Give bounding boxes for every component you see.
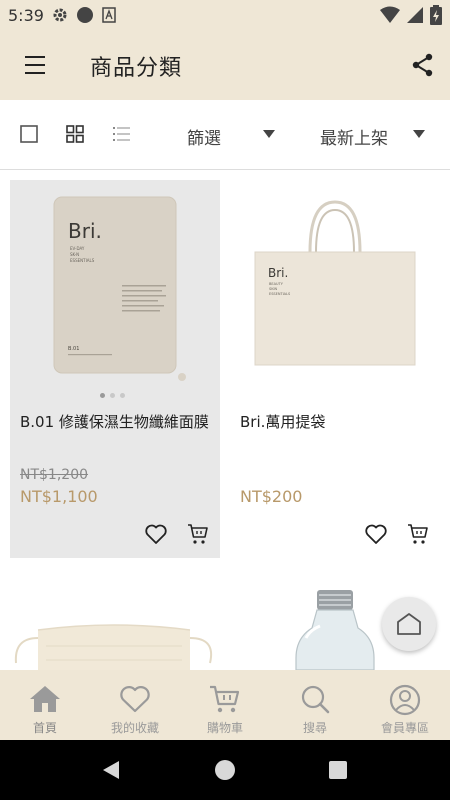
nav-item-member[interactable]: 會員專區 bbox=[360, 670, 450, 740]
filter-toolbar: 篩選 最新上架 bbox=[0, 100, 450, 170]
app-status-icon bbox=[102, 7, 116, 23]
nav-label: 我的收藏 bbox=[110, 721, 159, 735]
image-carousel-dots[interactable] bbox=[100, 393, 125, 398]
list-view-icon bbox=[113, 127, 130, 141]
back-icon[interactable] bbox=[103, 761, 119, 779]
circle-status-icon bbox=[76, 6, 94, 24]
svg-text:ESSENTIALS: ESSENTIALS bbox=[70, 258, 95, 263]
home-outline-icon bbox=[397, 613, 421, 635]
cart-icon bbox=[210, 685, 240, 713]
status-bar: 5:39 bbox=[0, 0, 450, 30]
wifi-icon bbox=[380, 6, 400, 28]
caret-down-icon[interactable] bbox=[263, 130, 275, 138]
svg-text:EV-DAY: EV-DAY bbox=[70, 246, 85, 251]
hamburger-icon bbox=[25, 56, 45, 74]
nav-label: 會員專區 bbox=[380, 721, 429, 735]
product-image-brand: Bri. bbox=[68, 219, 102, 243]
sale-price: NT$1,100 bbox=[20, 487, 98, 506]
page-title: 商品分類 bbox=[90, 56, 183, 81]
add-to-cart-button[interactable] bbox=[186, 522, 210, 546]
add-favorite-button[interactable] bbox=[144, 522, 168, 546]
filter-dropdown[interactable]: 篩選 bbox=[187, 124, 221, 149]
home-icon bbox=[30, 686, 60, 712]
add-favorite-button[interactable] bbox=[364, 522, 388, 546]
heart-icon bbox=[120, 686, 150, 713]
carousel-dot[interactable] bbox=[120, 393, 125, 398]
square-view-icon bbox=[20, 125, 38, 143]
home-circle-icon[interactable] bbox=[215, 760, 235, 780]
product-image: Bri. BEAUTY SKIN ESSENTIALS bbox=[230, 180, 440, 390]
cart-icon bbox=[188, 524, 208, 544]
floating-home-button[interactable] bbox=[382, 597, 436, 651]
product-name[interactable]: B.01 修護保濕生物纖維面膜 bbox=[20, 412, 225, 432]
carousel-dot[interactable] bbox=[100, 393, 105, 398]
single-view-button[interactable] bbox=[20, 125, 38, 147]
share-button[interactable] bbox=[410, 52, 436, 78]
svg-text:ESSENTIALS: ESSENTIALS bbox=[269, 292, 291, 296]
heart-icon bbox=[145, 524, 167, 544]
svg-text:B.01: B.01 bbox=[68, 346, 79, 352]
heart-icon bbox=[365, 524, 387, 544]
product-image bbox=[14, 624, 212, 670]
product-card[interactable]: Bri. BEAUTY SKIN ESSENTIALS Bri.萬用提袋 NT$… bbox=[230, 180, 440, 558]
search-icon bbox=[301, 685, 330, 714]
original-price: NT$1,200 bbox=[20, 467, 89, 483]
grid-view-button[interactable] bbox=[66, 125, 84, 147]
caret-down-icon[interactable] bbox=[413, 130, 425, 138]
battery-icon bbox=[430, 5, 442, 29]
product-card[interactable] bbox=[10, 568, 220, 670]
sale-price: NT$200 bbox=[240, 487, 303, 506]
user-icon bbox=[389, 684, 421, 716]
nav-item-cart[interactable]: 購物車 bbox=[180, 670, 270, 740]
recent-apps-icon[interactable] bbox=[329, 761, 347, 779]
bottom-navigation: 首頁 我的收藏 購物車 搜尋 會員專區 bbox=[0, 670, 450, 740]
grid-view-icon bbox=[66, 125, 84, 143]
status-right bbox=[380, 5, 442, 29]
system-navigation-bar bbox=[0, 740, 450, 800]
nav-label: 購物車 bbox=[206, 721, 243, 735]
product-card[interactable]: Bri. EV-DAY SK-N ESSENTIALS B.01 B.01 修護… bbox=[10, 180, 220, 558]
nav-item-home[interactable]: 首頁 bbox=[0, 670, 90, 740]
product-image: Bri. EV-DAY SK-N ESSENTIALS B.01 bbox=[10, 180, 220, 390]
nav-label: 搜尋 bbox=[302, 721, 327, 735]
menu-button[interactable] bbox=[20, 53, 50, 77]
list-view-button[interactable] bbox=[112, 125, 132, 147]
svg-text:SKIN: SKIN bbox=[269, 287, 278, 291]
signal-icon bbox=[406, 6, 424, 28]
share-icon bbox=[412, 53, 433, 77]
sort-dropdown[interactable]: 最新上架 bbox=[320, 124, 388, 149]
carousel-dot[interactable] bbox=[110, 393, 115, 398]
add-to-cart-button[interactable] bbox=[406, 522, 430, 546]
nav-item-favorites[interactable]: 我的收藏 bbox=[90, 670, 180, 740]
svg-text:BEAUTY: BEAUTY bbox=[269, 282, 284, 286]
nav-label: 首頁 bbox=[32, 721, 57, 735]
svg-text:SK-N: SK-N bbox=[70, 252, 79, 257]
product-name[interactable]: Bri.萬用提袋 bbox=[240, 412, 445, 432]
nav-item-search[interactable]: 搜尋 bbox=[270, 670, 360, 740]
settings-status-icon bbox=[52, 7, 68, 23]
app-bar: 商品分類 bbox=[0, 30, 450, 100]
app-screen: 5:39 商品分類 篩選 最新上架 Bri. EV-DAY SK-N ESSEN… bbox=[0, 0, 450, 800]
cart-icon bbox=[408, 524, 428, 544]
status-time: 5:39 bbox=[8, 5, 44, 25]
product-image-brand: Bri. bbox=[268, 266, 288, 280]
